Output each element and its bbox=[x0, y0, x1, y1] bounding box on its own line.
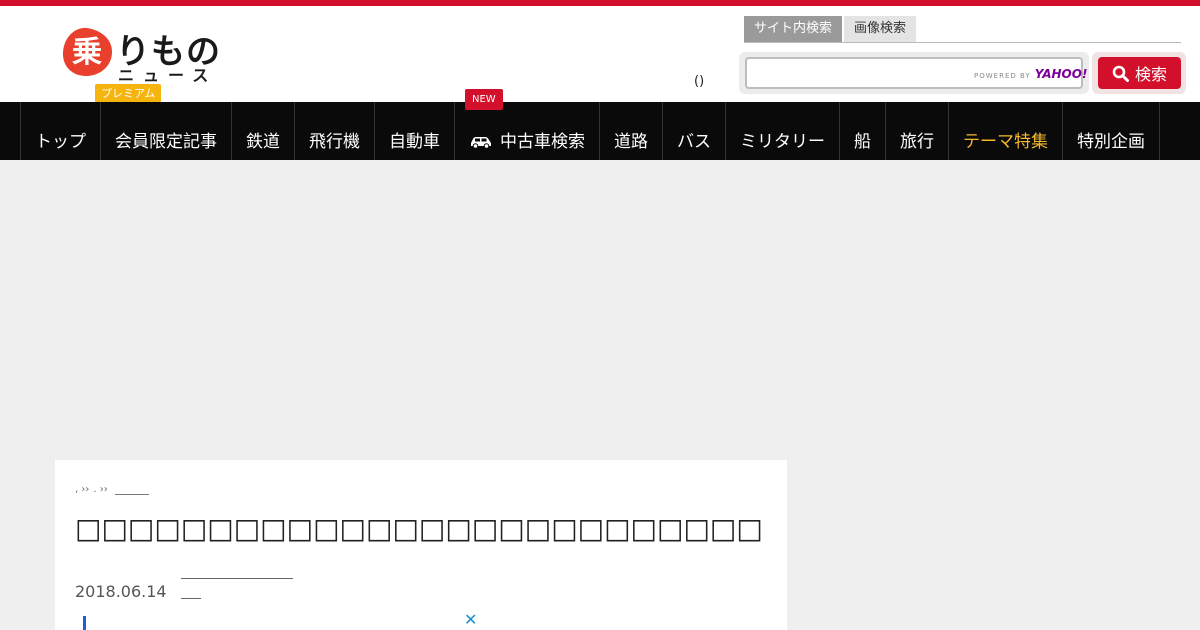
yahoo-brand: YAHOO! bbox=[1034, 67, 1088, 81]
search-button-wrap: 検索 bbox=[1092, 52, 1186, 94]
logo-badge-icon: 乗 bbox=[62, 27, 112, 76]
nav-label: テーマ特集 bbox=[963, 132, 1048, 152]
tab-image-search[interactable]: 画像検索 bbox=[844, 16, 917, 42]
new-badge: NEW bbox=[465, 89, 503, 110]
nav-label: 旅行 bbox=[900, 132, 934, 152]
search-tabs: サイト内検索 画像検索 bbox=[744, 16, 917, 42]
tab-site-search[interactable]: サイト内検索 bbox=[744, 16, 843, 42]
site-header: 乗 りもの ニュース () サイト内検索 画像検索 POWERED BY YAHO… bbox=[0, 6, 1200, 102]
nav-label: 道路 bbox=[614, 132, 648, 152]
nav-label: 船 bbox=[854, 132, 871, 152]
search-icon bbox=[1112, 65, 1129, 82]
powered-by-label: POWERED BY bbox=[974, 72, 1031, 80]
category-link[interactable] bbox=[181, 598, 201, 599]
nav-item-ship[interactable]: 船 bbox=[839, 102, 885, 160]
nav-item-road[interactable]: 道路 bbox=[599, 102, 662, 160]
nav-item-railway[interactable]: 鉄道 bbox=[231, 102, 294, 160]
nav-item-airplane[interactable]: 飛行機 bbox=[294, 102, 374, 160]
author-link[interactable] bbox=[181, 578, 293, 579]
breadcrumb: , ›› . ›› bbox=[75, 484, 108, 495]
nav-label: 特別企画 bbox=[1077, 132, 1145, 152]
search-button[interactable]: 検索 bbox=[1098, 57, 1181, 89]
header-paren-text: () bbox=[694, 74, 705, 89]
search-button-label: 検索 bbox=[1134, 65, 1167, 84]
nav-item-travel[interactable]: 旅行 bbox=[885, 102, 948, 160]
article-title: □□□□□□□□□□□□□□□□□□□□□□□□□□□□□□□□□□□□□□□□… bbox=[75, 512, 765, 545]
nav-label: ミリタリー bbox=[740, 132, 825, 152]
article-card: , ›› . ›› □□□□□□□□□□□□□□□□□□□□□□□□□□□□□□… bbox=[55, 460, 787, 630]
nav-item-automobile[interactable]: 自動車 bbox=[374, 102, 454, 160]
site-logo[interactable]: 乗 りもの ニュース bbox=[58, 24, 228, 86]
main-nav: トップ 会員限定記事 鉄道 飛行機 自動車 中古車検索 道路 バス ミリタリー … bbox=[0, 102, 1200, 160]
nav-label: 鉄道 bbox=[246, 132, 280, 152]
logo-text-bottom: ニュース bbox=[118, 66, 218, 85]
car-icon bbox=[471, 137, 491, 149]
powered-by-yahoo: POWERED BY YAHOO! bbox=[974, 67, 1087, 81]
nav-item-special-project[interactable]: 特別企画 bbox=[1062, 102, 1160, 160]
breadcrumb-current-link[interactable] bbox=[115, 494, 149, 495]
article-date: 2018.06.14 bbox=[75, 582, 167, 601]
nav-label: 会員限定記事 bbox=[115, 132, 217, 152]
nav-item-bus[interactable]: バス bbox=[662, 102, 725, 160]
svg-text:乗: 乗 bbox=[72, 35, 102, 70]
ad-frame-edge bbox=[83, 616, 86, 630]
breadcrumb-item[interactable]: . ›› bbox=[93, 484, 107, 495]
nav-label: バス bbox=[677, 132, 711, 152]
nav-item-theme-feature[interactable]: テーマ特集 bbox=[948, 102, 1062, 160]
search-divider bbox=[744, 42, 1181, 43]
nav-label: 中古車検索 bbox=[500, 132, 585, 152]
nav-item-military[interactable]: ミリタリー bbox=[725, 102, 839, 160]
nav-label: 飛行機 bbox=[309, 132, 360, 152]
breadcrumb-item[interactable]: , ›› bbox=[75, 484, 89, 495]
nav-item-members-only[interactable]: 会員限定記事 bbox=[100, 102, 231, 160]
nav-label: 自動車 bbox=[389, 132, 440, 152]
premium-badge: プレミアム bbox=[95, 84, 162, 103]
nav-label: トップ bbox=[35, 132, 86, 152]
nav-item-used-car-search[interactable]: 中古車検索 bbox=[454, 102, 599, 160]
search-box: POWERED BY YAHOO! bbox=[739, 52, 1089, 94]
nav-item-top[interactable]: トップ bbox=[20, 102, 100, 160]
ad-close-icon[interactable]: ✕ bbox=[464, 610, 477, 629]
